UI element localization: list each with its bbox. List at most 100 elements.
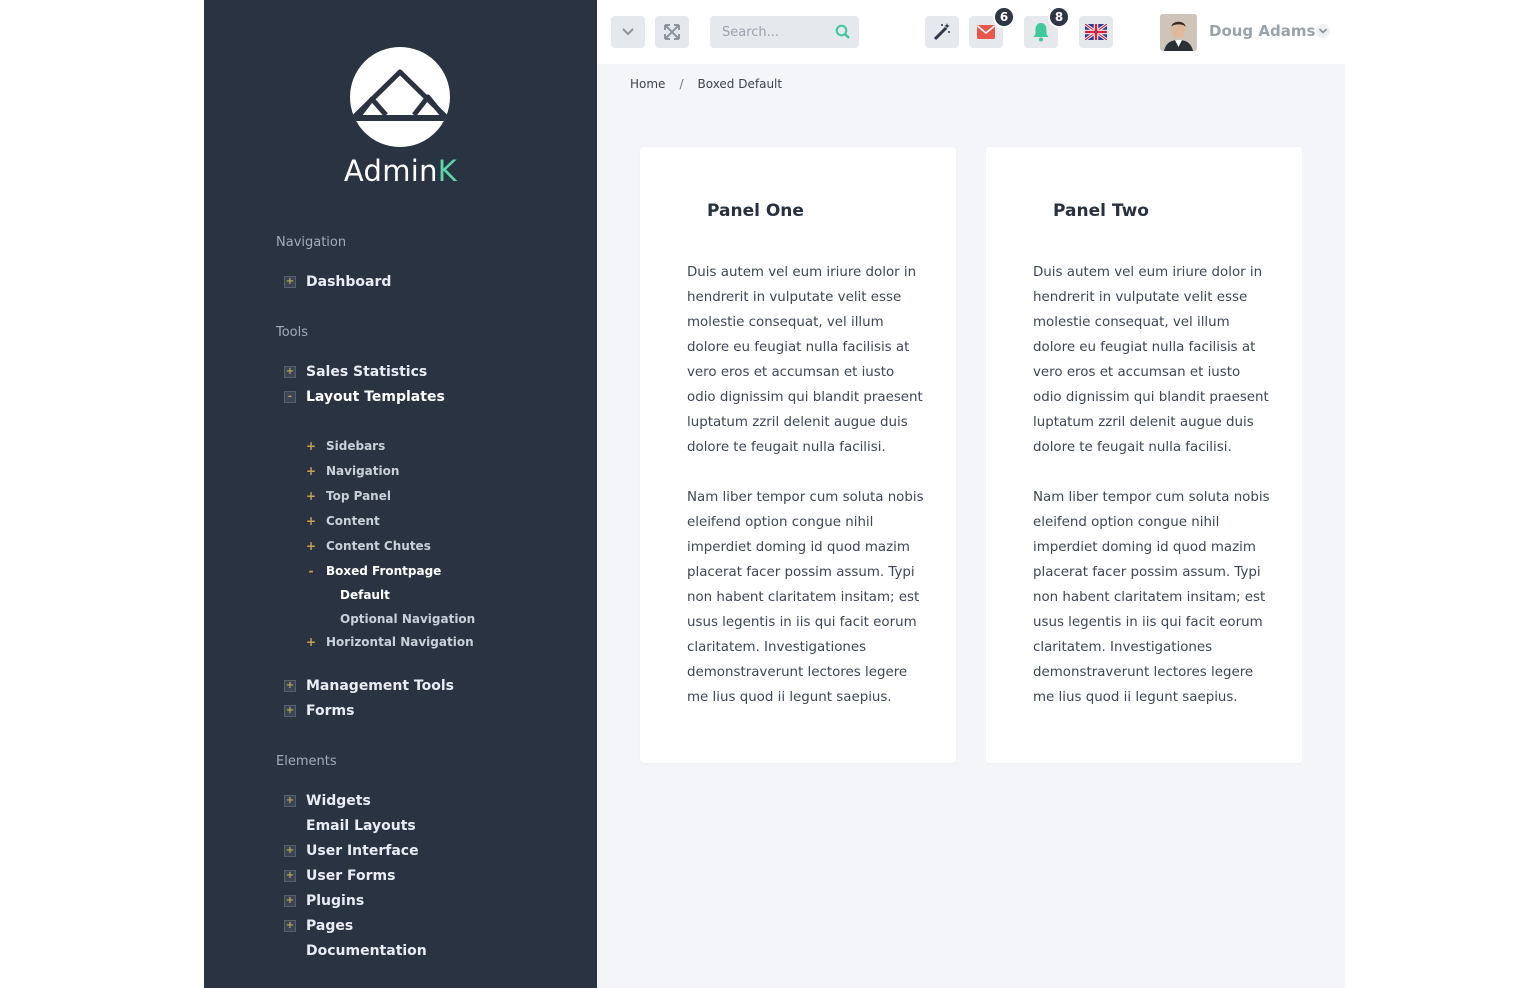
messages-button[interactable]: 6 xyxy=(969,6,1015,48)
submenu-item-label: Content Chutes xyxy=(326,539,431,553)
expand-icon: + xyxy=(284,870,296,882)
notification-count-badge: 8 xyxy=(1048,6,1070,28)
sidebar-item-plugins[interactable]: + Plugins xyxy=(284,893,364,909)
expand-icon: + xyxy=(284,276,296,288)
panel-paragraph: Duis autem vel eum iriure dolor in hendr… xyxy=(1033,265,1269,455)
mail-count-badge: 6 xyxy=(993,6,1015,28)
section-tools: Tools xyxy=(276,325,309,340)
theme-button[interactable] xyxy=(925,16,959,48)
expand-icon: + xyxy=(284,680,296,692)
expand-icon: + xyxy=(284,845,296,857)
submenu-item-content-chutes[interactable]: + Content Chutes xyxy=(306,539,431,553)
breadcrumb-separator: / xyxy=(679,77,684,91)
envelope-icon xyxy=(976,25,996,39)
submenu-item-label: Content xyxy=(326,514,380,528)
brand-name: AdminK xyxy=(204,154,597,188)
panel-paragraph: Nam liber tempor cum soluta nobis eleife… xyxy=(1033,490,1270,705)
expand-icon: + xyxy=(284,920,296,932)
expand-icon: + xyxy=(284,705,296,717)
mountain-logo-icon xyxy=(350,69,450,121)
logo[interactable] xyxy=(350,47,450,147)
panel-paragraph: Duis autem vel eum iriure dolor in hendr… xyxy=(687,265,923,455)
panel-paragraph: Nam liber tempor cum soluta nobis eleife… xyxy=(687,490,924,705)
sidebar-item-label: Forms xyxy=(306,703,355,719)
uk-flag-icon xyxy=(1085,24,1107,40)
sidebar-item-user-forms[interactable]: + User Forms xyxy=(284,868,395,884)
expand-icon: + xyxy=(306,539,317,553)
collapse-icon: - xyxy=(284,391,296,403)
sidebar-item-pages[interactable]: + Pages xyxy=(284,918,353,934)
submenu-item-optional-navigation[interactable]: Optional Navigation xyxy=(340,612,475,626)
panel-title: Panel One xyxy=(707,201,804,221)
magic-wand-icon xyxy=(933,23,950,41)
submenu-item-default[interactable]: Default xyxy=(340,588,390,602)
expand-icon: + xyxy=(306,464,317,478)
sidebar-item-email-layouts[interactable]: Email Layouts xyxy=(284,818,416,834)
chevron-down-icon xyxy=(622,28,634,36)
user-photo-icon xyxy=(1160,14,1197,51)
sidebar-item-forms[interactable]: + Forms xyxy=(284,703,354,719)
sidebar-item-label: User Forms xyxy=(306,868,396,884)
submenu-item-horizontal-navigation[interactable]: + Horizontal Navigation xyxy=(306,635,474,649)
app-frame: AdminK Navigation + Dashboard Tools + Sa… xyxy=(204,0,1345,988)
chevron-down-icon xyxy=(1318,28,1328,34)
expand-icon: + xyxy=(284,795,296,807)
sidebar-item-widgets[interactable]: + Widgets xyxy=(284,793,371,809)
collapse-icon: - xyxy=(308,564,314,578)
search-icon[interactable] xyxy=(835,24,851,40)
expand-icon: + xyxy=(284,366,296,378)
sidebar-item-dashboard[interactable]: + Dashboard xyxy=(284,274,391,290)
sidebar-item-label: Email Layouts xyxy=(306,818,416,834)
sidebar-item-sales-statistics[interactable]: + Sales Statistics xyxy=(284,364,427,380)
section-navigation: Navigation xyxy=(276,235,347,250)
bell-icon xyxy=(1033,23,1049,42)
expand-icon: + xyxy=(306,489,317,503)
user-menu-toggle[interactable] xyxy=(1316,24,1330,38)
submenu-item-label: Sidebars xyxy=(326,439,386,453)
submenu-item-label: Boxed Frontpage xyxy=(326,564,442,578)
expand-icon: + xyxy=(306,514,317,528)
sidebar-item-label: Dashboard xyxy=(306,274,392,290)
sidebar-item-label: Pages xyxy=(306,918,354,934)
search-box xyxy=(710,16,859,48)
sidebar: AdminK Navigation + Dashboard Tools + Sa… xyxy=(204,0,597,988)
expand-icon: + xyxy=(306,439,317,453)
avatar[interactable] xyxy=(1160,14,1197,51)
panel-one: Panel One Duis autem vel eum iriure dolo… xyxy=(640,147,956,763)
breadcrumb-home[interactable]: Home xyxy=(630,77,665,91)
brand-accent: K xyxy=(437,154,458,188)
sidebar-item-user-interface[interactable]: + User Interface xyxy=(284,843,419,859)
submenu-item-label: Navigation xyxy=(326,464,400,478)
sidebar-item-label: Layout Templates xyxy=(306,389,445,405)
submenu-item-boxed-frontpage[interactable]: - Boxed Frontpage xyxy=(306,564,442,578)
submenu-item-content[interactable]: + Content xyxy=(306,514,380,528)
fullscreen-icon xyxy=(664,24,680,40)
top-bar: 6 8 xyxy=(597,0,1345,64)
sidebar-item-label: Plugins xyxy=(306,893,365,909)
expand-icon: + xyxy=(284,895,296,907)
search-input[interactable] xyxy=(710,16,830,48)
sidebar-item-label: Management Tools xyxy=(306,678,454,694)
section-elements: Elements xyxy=(276,754,337,769)
collapse-menu-button[interactable] xyxy=(611,16,645,48)
submenu-item-label: Top Panel xyxy=(326,489,391,503)
sidebar-item-documentation[interactable]: Documentation xyxy=(284,943,427,959)
breadcrumb-current: Boxed Default xyxy=(697,77,783,91)
sidebar-item-label: User Interface xyxy=(306,843,419,859)
fullscreen-button[interactable] xyxy=(655,16,689,48)
language-button[interactable] xyxy=(1079,16,1113,48)
submenu-item-sidebars[interactable]: + Sidebars xyxy=(306,439,385,453)
panel-title: Panel Two xyxy=(1053,201,1149,221)
notifications-button[interactable]: 8 xyxy=(1024,6,1070,48)
sidebar-item-label: Widgets xyxy=(306,793,371,809)
submenu-item-navigation[interactable]: + Navigation xyxy=(306,464,399,478)
user-name[interactable]: Doug Adams xyxy=(1209,22,1315,40)
sidebar-item-label: Documentation xyxy=(306,943,427,959)
expand-icon: + xyxy=(306,635,317,649)
sidebar-item-label: Sales Statistics xyxy=(306,364,428,380)
sidebar-item-management-tools[interactable]: + Management Tools xyxy=(284,678,454,694)
submenu-item-top-panel[interactable]: + Top Panel xyxy=(306,489,391,503)
sidebar-item-layout-templates[interactable]: - Layout Templates xyxy=(284,389,445,405)
